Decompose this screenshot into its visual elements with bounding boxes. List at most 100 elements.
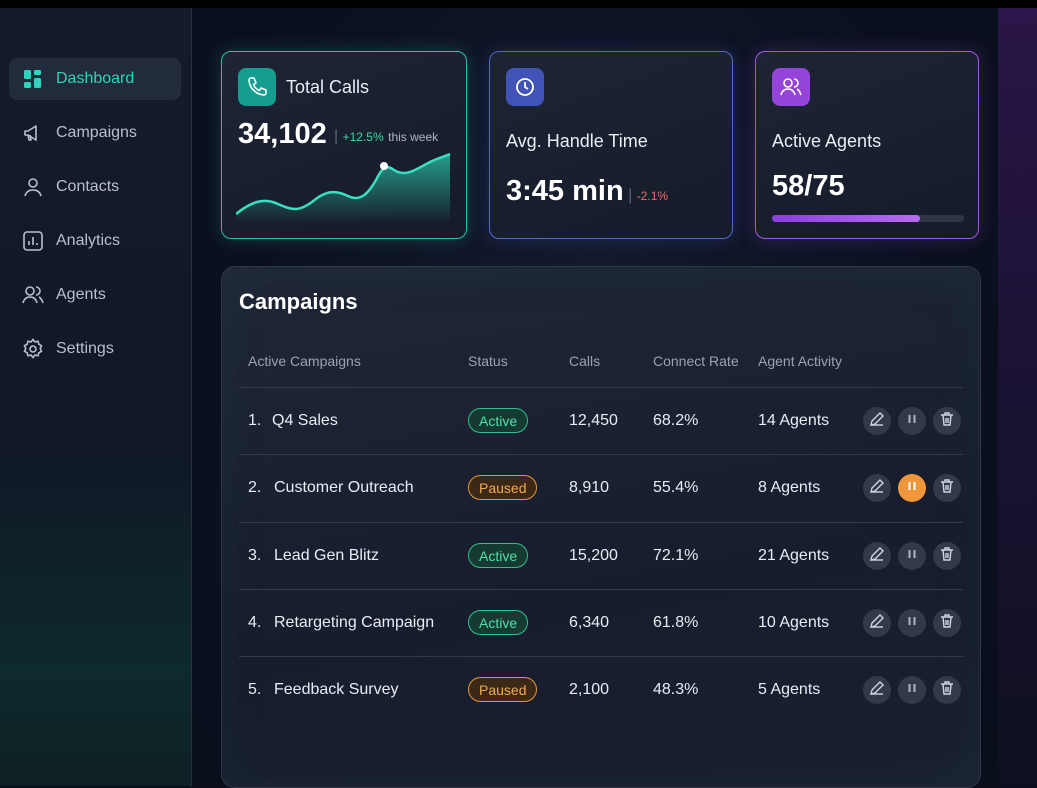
agents-progress-track: [772, 215, 964, 222]
sidebar-item-contacts[interactable]: Contacts: [9, 166, 181, 208]
panel-title: Campaigns: [239, 289, 358, 314]
agent-activity-value: 14 Agents: [758, 412, 830, 429]
pencil-icon: [869, 546, 885, 567]
row-number: 1.: [248, 412, 262, 429]
pencil-icon: [869, 411, 885, 432]
column-header-calls: Calls: [569, 353, 601, 369]
total-calls-value: 34,102: [238, 118, 327, 150]
sidebar-item-campaigns[interactable]: Campaigns: [9, 112, 181, 154]
sidebar: Dashboard Campaigns Contacts Analytics A…: [0, 8, 192, 786]
calls-value: 2,100: [569, 681, 610, 698]
campaign-name: Retargeting Campaign: [274, 614, 435, 631]
column-header-agent-activity: Agent Activity: [758, 353, 843, 369]
row-number: 3.: [248, 547, 262, 564]
sidebar-item-analytics[interactable]: Analytics: [9, 220, 181, 262]
handle-time-card[interactable]: Avg. Handle Time 3:45 min | -2.1%: [489, 51, 733, 239]
column-header-connect-rate: Connect Rate: [653, 353, 739, 369]
active-agents-card[interactable]: Active Agents 58/75: [755, 51, 979, 239]
edit-button[interactable]: [863, 542, 891, 570]
row-number: 2.: [248, 479, 262, 496]
pause-icon: [906, 547, 918, 565]
sidebar-item-label: Campaigns: [56, 124, 137, 141]
total-calls-delta: | +12.5% this week: [334, 128, 439, 145]
agent-activity-value: 21 Agents: [758, 547, 830, 564]
trash-icon: [939, 680, 955, 701]
agent-activity-value: 8 Agents: [758, 479, 821, 496]
delta-suffix: this week: [388, 130, 439, 144]
calls-value: 6,340: [569, 614, 610, 631]
pause-button[interactable]: [898, 676, 926, 704]
connect-rate-value: 68.2%: [653, 412, 699, 429]
table-row[interactable]: 1. Q4 Sales Active 12,450 68.2% 14 Agents: [222, 388, 980, 454]
handle-time-value: 3:45 min: [506, 175, 624, 207]
trash-icon: [939, 478, 955, 499]
connect-rate-value: 72.1%: [653, 547, 699, 564]
calls-value: 12,450: [569, 412, 618, 429]
campaign-name: Feedback Survey: [274, 681, 399, 698]
pencil-icon: [869, 680, 885, 701]
status-badge: Paused: [468, 475, 538, 500]
pause-button[interactable]: [898, 407, 926, 435]
users-icon: [22, 284, 44, 306]
top-bar: [0, 0, 1037, 8]
table-row[interactable]: 2. Customer Outreach Paused 8,910 55.4% 8 Age…: [222, 455, 980, 521]
delete-button[interactable]: [933, 407, 961, 435]
card-title: Active Agents: [772, 131, 882, 151]
pause-icon: [906, 412, 918, 430]
table-row[interactable]: 5. Feedback Survey Paused 2,100 48.3% 5 Agent…: [222, 657, 980, 723]
handle-time-delta: -2.1%: [636, 189, 669, 203]
edit-button[interactable]: [863, 474, 891, 502]
sidebar-item-dashboard[interactable]: Dashboard: [9, 58, 181, 100]
agent-activity-value: 10 Agents: [758, 614, 830, 631]
total-calls-card[interactable]: Total Calls 34,102 | +12.5% this week: [221, 51, 467, 239]
calls-value: 15,200: [569, 547, 618, 564]
users-icon: [772, 68, 810, 106]
sidebar-item-settings[interactable]: Settings: [9, 328, 181, 370]
edit-button[interactable]: [863, 676, 891, 704]
gear-icon: [22, 338, 44, 360]
status-badge: Active: [468, 408, 529, 433]
delete-button[interactable]: [933, 676, 961, 704]
pause-icon: [906, 479, 918, 497]
pause-button[interactable]: [898, 542, 926, 570]
pencil-icon: [869, 613, 885, 634]
row-number: 5.: [248, 681, 262, 698]
agents-progress-fill: [772, 215, 920, 222]
delete-button[interactable]: [933, 542, 961, 570]
column-header-status: Status: [468, 353, 508, 369]
sidebar-item-label: Agents: [56, 286, 106, 303]
table-row[interactable]: 3. Lead Gen Blitz Active 15,200 72.1% 21 Agen…: [222, 523, 980, 589]
pause-button[interactable]: [898, 474, 926, 502]
campaign-name: Lead Gen Blitz: [274, 547, 379, 564]
campaign-name: Q4 Sales: [272, 412, 338, 429]
sidebar-item-label: Contacts: [56, 178, 120, 195]
trash-icon: [939, 411, 955, 432]
right-edge-panel: [998, 8, 1037, 786]
campaign-name: Customer Outreach: [274, 479, 414, 496]
sidebar-item-label: Analytics: [56, 232, 121, 249]
status-badge: Active: [468, 543, 529, 568]
agent-activity-value: 5 Agents: [758, 681, 821, 698]
handle-time-row: 3:45 min | -2.1%: [506, 175, 669, 207]
trash-icon: [939, 546, 955, 567]
sidebar-item-label: Settings: [56, 340, 114, 357]
pause-icon: [906, 614, 918, 632]
delete-button[interactable]: [933, 474, 961, 502]
edit-button[interactable]: [863, 407, 891, 435]
user-icon: [22, 176, 44, 198]
row-number: 4.: [248, 614, 262, 631]
connect-rate-value: 48.3%: [653, 681, 699, 698]
delta-percent: +12.5%: [342, 130, 384, 144]
pause-button[interactable]: [898, 609, 926, 637]
pause-icon: [906, 681, 918, 699]
sidebar-item-label: Dashboard: [56, 70, 135, 87]
table-row[interactable]: 4. Retargeting Campaign Active 6,340 61.8% 10…: [222, 590, 980, 656]
status-badge: Paused: [468, 677, 538, 702]
delete-button[interactable]: [933, 609, 961, 637]
active-agents-value: 58/75: [772, 170, 845, 202]
calls-value: 8,910: [569, 479, 610, 496]
connect-rate-value: 61.8%: [653, 614, 699, 631]
sidebar-item-agents[interactable]: Agents: [9, 274, 181, 316]
clock-icon: [506, 68, 544, 106]
edit-button[interactable]: [863, 609, 891, 637]
